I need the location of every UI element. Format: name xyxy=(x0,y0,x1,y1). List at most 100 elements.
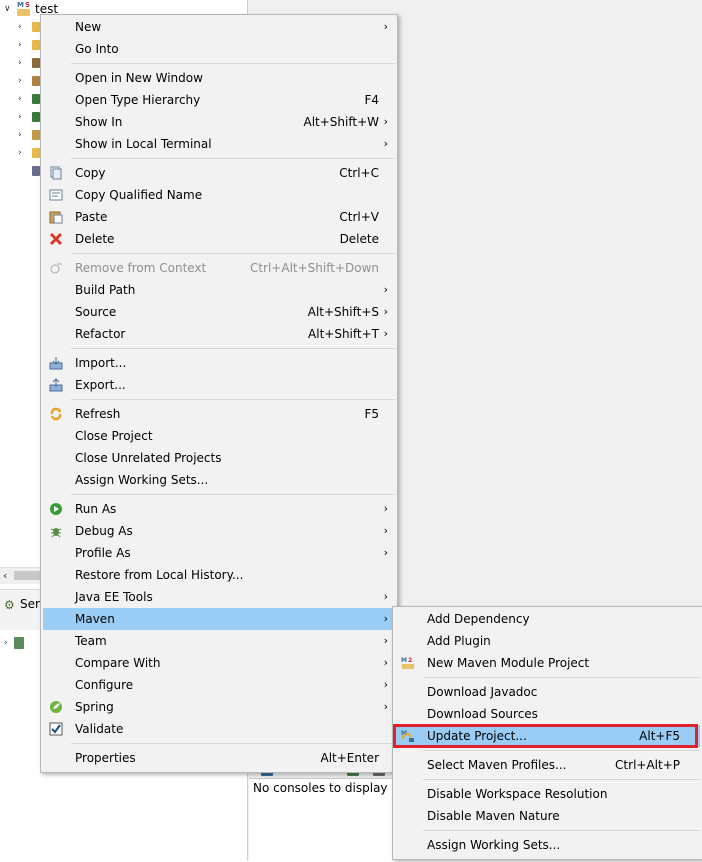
menu-item-refresh[interactable]: Refresh F5 xyxy=(43,403,395,425)
menu-item-validate[interactable]: Validate xyxy=(43,718,395,740)
tree-item[interactable] xyxy=(18,162,40,180)
package-icon xyxy=(32,22,40,32)
menu-item-run-as[interactable]: Run As › xyxy=(43,498,395,520)
chevron-right-icon[interactable]: › xyxy=(18,76,32,86)
menu-item-add-plugin[interactable]: Add Plugin xyxy=(395,630,700,652)
submenu-arrow-icon: › xyxy=(383,546,388,559)
server-tree-item[interactable]: › xyxy=(4,637,24,649)
tree-item[interactable]: › xyxy=(18,18,40,36)
menu-item-maven[interactable]: Maven › xyxy=(43,608,395,630)
menu-item-label: Disable Maven Nature xyxy=(427,809,560,823)
menu-item-java-ee-tools[interactable]: Java EE Tools › xyxy=(43,586,395,608)
menu-item-label: Restore from Local History... xyxy=(75,568,244,582)
menu-item-open-in-new-window[interactable]: Open in New Window xyxy=(43,67,395,89)
menu-item-spring[interactable]: Spring › xyxy=(43,696,395,718)
spring-icon xyxy=(49,700,63,714)
tree-item[interactable]: › xyxy=(18,144,40,162)
menu-item-select-maven-profiles[interactable]: Select Maven Profiles... Ctrl+Alt+P xyxy=(395,754,700,776)
package-icon xyxy=(32,58,40,68)
servers-icon: ⚙ xyxy=(4,598,15,612)
menu-item-show-in[interactable]: Show In Alt+Shift+W › xyxy=(43,111,395,133)
menu-item-label: Compare With xyxy=(75,656,161,670)
menu-item-shortcut: Alt+Enter xyxy=(320,751,379,765)
menu-item-configure[interactable]: Configure › xyxy=(43,674,395,696)
menu-item-download-javadoc[interactable]: Download Javadoc xyxy=(395,681,700,703)
menu-item-label: Spring xyxy=(75,700,114,714)
tree-item[interactable]: › xyxy=(18,72,40,90)
run-icon xyxy=(49,502,63,516)
tree-item[interactable]: › xyxy=(18,108,40,126)
submenu-arrow-icon: › xyxy=(383,502,388,515)
chevron-down-icon[interactable]: ∨ xyxy=(4,4,16,14)
refresh-icon xyxy=(49,407,63,421)
menu-item-restore-from-local-history[interactable]: Restore from Local History... xyxy=(43,564,395,586)
menu-item-go-into[interactable]: Go Into xyxy=(43,38,395,60)
menu-item-label: Add Dependency xyxy=(427,612,530,626)
menu-item-shortcut: Alt+Shift+T xyxy=(308,327,379,341)
menu-item-paste[interactable]: Paste Ctrl+V xyxy=(43,206,395,228)
debug-icon xyxy=(49,524,63,538)
menu-item-disable-workspace-resolution[interactable]: Disable Workspace Resolution xyxy=(395,783,700,805)
menu-item-label: Download Javadoc xyxy=(427,685,538,699)
menu-item-source[interactable]: Source Alt+Shift+S › xyxy=(43,301,395,323)
menu-item-label: New Maven Module Project xyxy=(427,656,590,670)
menu-item-assign-working-sets[interactable]: Assign Working Sets... xyxy=(43,469,395,491)
chevron-right-icon[interactable]: › xyxy=(18,148,32,158)
menu-item-label: Remove from Context xyxy=(75,261,207,275)
menu-item-delete[interactable]: Delete Delete xyxy=(43,228,395,250)
menu-item-debug-as[interactable]: Debug As › xyxy=(43,520,395,542)
submenu-arrow-icon: › xyxy=(383,634,388,647)
menu-item-close-project[interactable]: Close Project xyxy=(43,425,395,447)
export-icon xyxy=(49,378,63,392)
menu-item-download-sources[interactable]: Download Sources xyxy=(395,703,700,725)
scroll-left-icon[interactable]: ‹ xyxy=(3,569,7,582)
chevron-right-icon[interactable]: › xyxy=(18,22,32,32)
menu-item-label: Paste xyxy=(75,210,108,224)
tree-item[interactable]: › xyxy=(18,126,40,144)
tree-item[interactable]: › xyxy=(18,54,40,72)
chevron-right-icon[interactable]: › xyxy=(18,130,32,140)
menu-separator xyxy=(423,779,700,780)
menu-item-label: Show In xyxy=(75,115,123,129)
menu-item-refactor[interactable]: Refactor Alt+Shift+T › xyxy=(43,323,395,345)
menu-item-label: Copy xyxy=(75,166,106,180)
menu-item-profile-as[interactable]: Profile As › xyxy=(43,542,395,564)
project-children: › › › › › › › › xyxy=(18,18,40,180)
menu-item-new-maven-module-project[interactable]: M 2 New Maven Module Project xyxy=(395,652,700,674)
menu-item-add-dependency[interactable]: Add Dependency xyxy=(395,608,700,630)
menu-item-disable-maven-nature[interactable]: Disable Maven Nature xyxy=(395,805,700,827)
menu-item-copy[interactable]: Copy Ctrl+C xyxy=(43,162,395,184)
menu-item-shortcut: Ctrl+Alt+Shift+Down xyxy=(249,261,379,275)
tree-item[interactable]: › xyxy=(18,90,40,108)
tree-item[interactable]: › xyxy=(18,36,40,54)
chevron-right-icon[interactable]: › xyxy=(18,58,32,68)
menu-item-assign-working-sets[interactable]: Assign Working Sets... xyxy=(395,834,700,856)
submenu-arrow-icon: › xyxy=(383,590,388,603)
menu-item-build-path[interactable]: Build Path › xyxy=(43,279,395,301)
submenu-arrow-icon: › xyxy=(383,115,388,128)
menu-item-export[interactable]: Export... xyxy=(43,374,395,396)
menu-item-label: Validate xyxy=(75,722,124,736)
chevron-right-icon[interactable]: › xyxy=(4,638,8,648)
submenu-arrow-icon: › xyxy=(383,137,388,150)
chevron-right-icon[interactable]: › xyxy=(18,40,32,50)
chevron-right-icon[interactable]: › xyxy=(18,94,32,104)
console-message: No consoles to display at xyxy=(253,781,404,795)
svg-text:2: 2 xyxy=(408,657,412,664)
menu-item-import[interactable]: Import... xyxy=(43,352,395,374)
paste-icon xyxy=(49,210,63,224)
chevron-right-icon[interactable]: › xyxy=(18,112,32,122)
submenu-arrow-icon: › xyxy=(383,524,388,537)
menu-separator xyxy=(71,348,395,349)
menu-item-copy-qualified-name[interactable]: Copy Qualified Name xyxy=(43,184,395,206)
menu-item-team[interactable]: Team › xyxy=(43,630,395,652)
menu-item-properties[interactable]: Properties Alt+Enter xyxy=(43,747,395,769)
menu-item-open-type-hierarchy[interactable]: Open Type Hierarchy F4 xyxy=(43,89,395,111)
menu-item-label: Maven xyxy=(75,612,115,626)
menu-item-new[interactable]: New › xyxy=(43,16,395,38)
submenu-arrow-icon: › xyxy=(383,20,388,33)
menu-item-compare-with[interactable]: Compare With › xyxy=(43,652,395,674)
menu-item-show-in-local-terminal[interactable]: Show in Local Terminal › xyxy=(43,133,395,155)
menu-item-close-unrelated-projects[interactable]: Close Unrelated Projects xyxy=(43,447,395,469)
selection-highlight-box xyxy=(393,724,698,748)
